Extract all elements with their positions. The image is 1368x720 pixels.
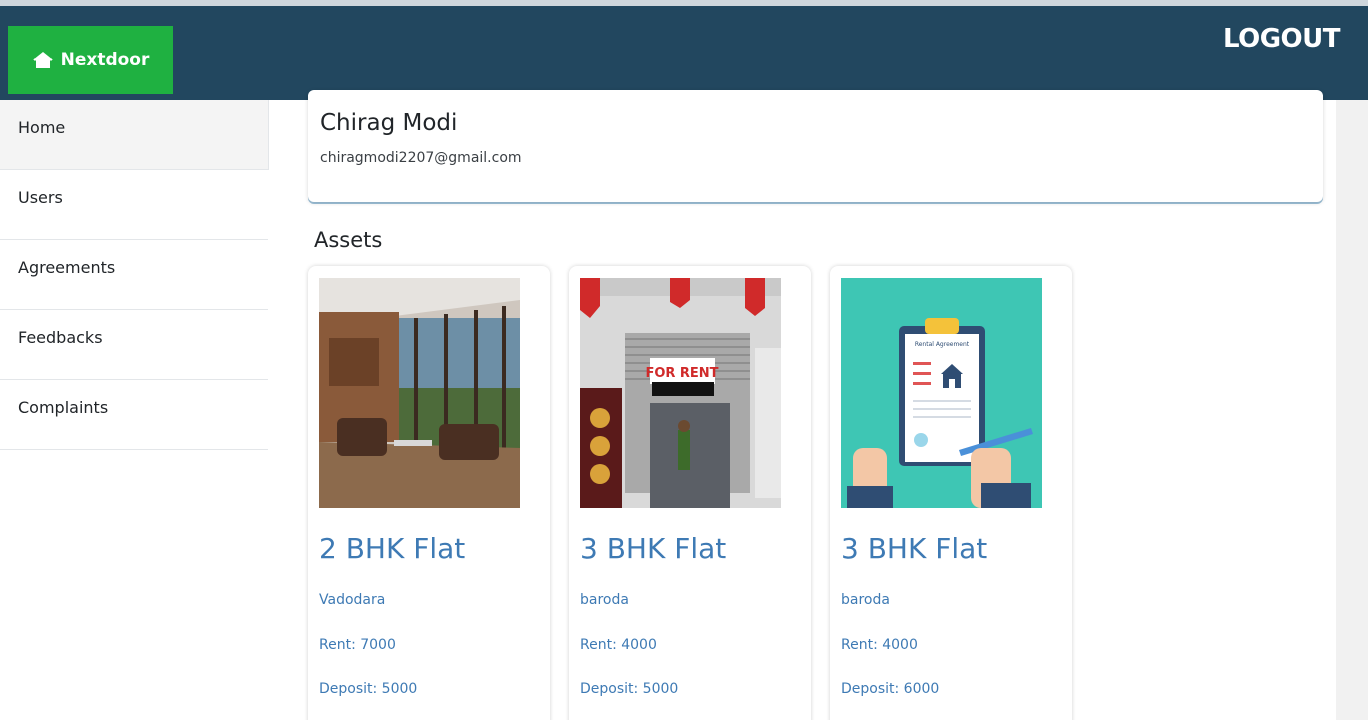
assets-heading: Assets (314, 228, 383, 252)
logout-button[interactable]: LOGOUT (1223, 24, 1341, 54)
asset-title: 3 BHK Flat (841, 532, 988, 565)
sidebar-item-users[interactable]: Users (0, 170, 268, 240)
profile-email: chiragmodi2207@gmail.com (320, 150, 522, 166)
living-room-photo (319, 278, 520, 508)
image-sign-text: FOR RENT (645, 366, 718, 381)
asset-title: 2 BHK Flat (319, 532, 466, 565)
sidebar-item-label: Users (18, 188, 63, 207)
home-icon (32, 51, 54, 69)
profile-card: Chirag Modi chiragmodi2207@gmail.com (308, 90, 1323, 202)
agreement-heading-text: Rental Agreement (915, 341, 970, 348)
top-navbar: Nextdoor LOGOUT (0, 0, 1368, 100)
sidebar-item-label: Home (18, 118, 66, 137)
sidebar-item-feedbacks[interactable]: Feedbacks (0, 310, 268, 380)
asset-rent: Rent: 7000 (319, 637, 396, 653)
sidebar-item-agreements[interactable]: Agreements (0, 240, 268, 310)
asset-rent: Rent: 4000 (580, 637, 657, 653)
asset-deposit: Deposit: 5000 (319, 681, 418, 697)
sidebar-item-label: Agreements (18, 258, 116, 277)
profile-name: Chirag Modi (320, 110, 458, 136)
sidebar: Home Users Agreements Feedbacks Complain… (0, 100, 269, 450)
brand-name: Nextdoor (60, 50, 150, 70)
asset-rent: Rent: 4000 (841, 637, 918, 653)
sidebar-item-label: Feedbacks (18, 328, 103, 347)
sidebar-item-label: Complaints (18, 398, 109, 417)
asset-card[interactable]: FOR RENT 3 BHK Flat baroda Rent: 4000 De… (569, 266, 811, 720)
asset-card[interactable]: 2 BHK Flat Vadodara Rent: 7000 Deposit: … (308, 266, 550, 720)
asset-city: Vadodara (319, 592, 386, 608)
sidebar-item-complaints[interactable]: Complaints (0, 380, 268, 450)
asset-city: baroda (580, 592, 629, 608)
sidebar-item-home[interactable]: Home (0, 100, 269, 170)
asset-deposit: Deposit: 5000 (580, 681, 679, 697)
asset-title: 3 BHK Flat (580, 532, 727, 565)
page-scrollbar[interactable] (1336, 100, 1368, 720)
asset-deposit: Deposit: 6000 (841, 681, 940, 697)
asset-card[interactable]: Rental Agreement 3 BHK Flat baroda Rent:… (830, 266, 1072, 720)
for-rent-shop-photo: FOR RENT (580, 278, 781, 508)
rental-agreement-illustration: Rental Agreement (841, 278, 1042, 508)
page: Nextdoor LOGOUT Home Users Agreements Fe… (0, 0, 1368, 720)
brand-logo-link[interactable]: Nextdoor (8, 26, 173, 94)
asset-city: baroda (841, 592, 890, 608)
